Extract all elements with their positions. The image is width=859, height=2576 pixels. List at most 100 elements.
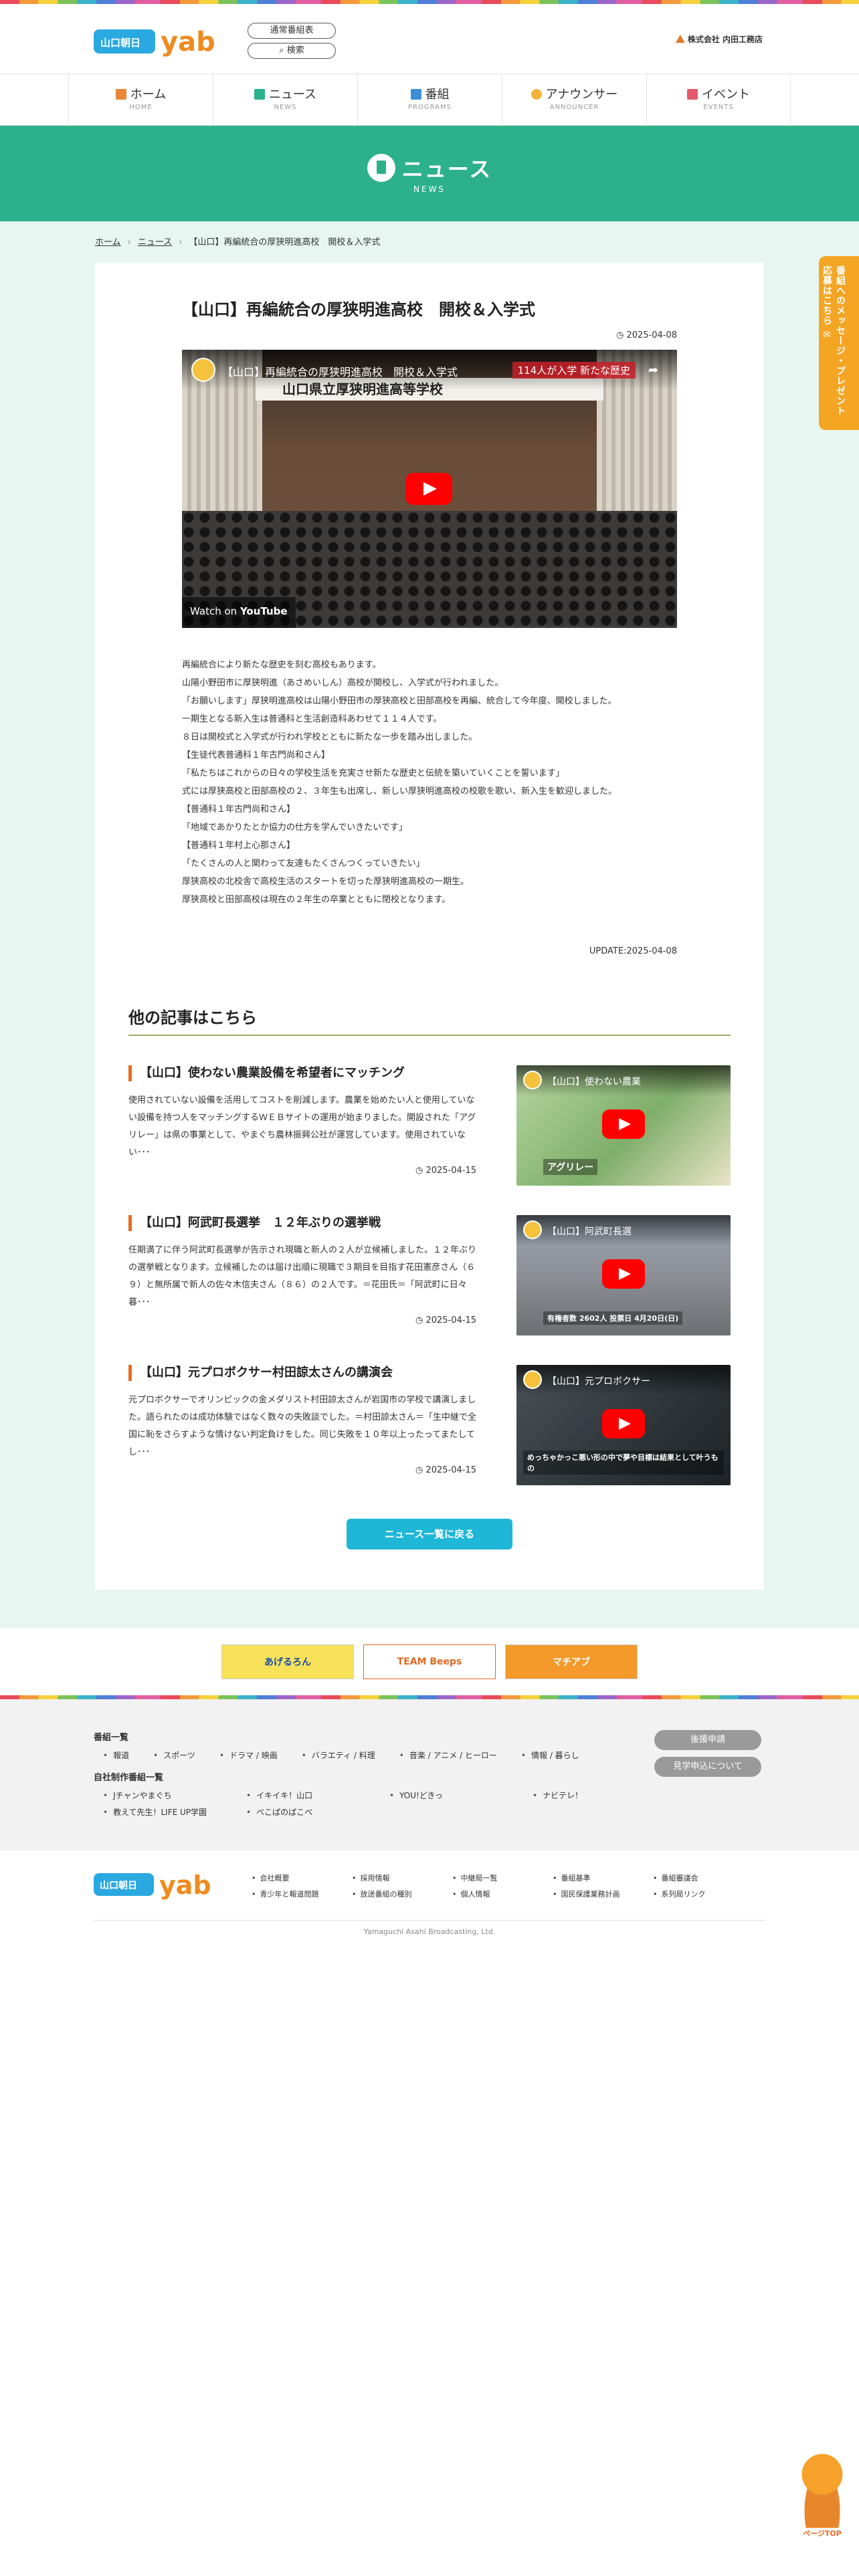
own-program-link[interactable]: Jチャンやまぐち	[103, 1790, 230, 1801]
own-program-link[interactable]: YOU!どきっ	[389, 1790, 516, 1801]
footer-program-links: 番組一覧 報道 スポーツ ドラマ / 映画 バラエティ / 料理 音楽 / アニ…	[0, 1699, 859, 1850]
footer-link[interactable]: 中継局一覧	[452, 1870, 553, 1887]
footer-column: 番組基準国民保護業務計画	[553, 1870, 653, 1903]
footer-link[interactable]: 放送番組の種別	[352, 1887, 452, 1903]
related-article[interactable]: 【山口】元プロボクサー村田諒太さんの講演会 元プロボクサーでオリンピックの金メダ…	[128, 1365, 731, 1485]
banner-machiabu[interactable]: マチアブ	[505, 1644, 638, 1679]
article: 【山口】再編統合の厚狭明進高校 開校＆入学式 ◷ 2025-04-08 山口県立…	[182, 296, 677, 956]
footer-link[interactable]: 国民保護業務計画	[553, 1887, 653, 1903]
nav-events-label: イベント	[702, 88, 750, 102]
play-button-icon[interactable]	[405, 473, 452, 505]
video-tag: 114人が入学 新たな歴史	[512, 362, 636, 379]
nav-home-en: HOME	[129, 104, 153, 111]
related-article-text: 【山口】使わない農業設備を希望者にマッチング 使用されていない設備を活用してコス…	[128, 1065, 476, 1186]
channel-avatar-icon	[523, 1071, 542, 1089]
program-link-music[interactable]: 音楽 / アニメ / ヒーロー	[399, 1749, 497, 1761]
page-subtitle: NEWS	[413, 185, 446, 194]
video-title[interactable]: 【山口】再編統合の厚狭明進高校 開校＆入学式	[222, 363, 458, 379]
search-icon: ⌕	[279, 45, 287, 56]
clock-icon: ◷	[415, 1166, 426, 1176]
related-article[interactable]: 【山口】阿武町長選挙 １２年ぶりの選挙戦 任期満了に伴う阿武町長選挙が告示され現…	[128, 1215, 731, 1335]
own-program-link[interactable]: 教えて先生！LIFE UP学園	[103, 1806, 230, 1818]
play-button-icon[interactable]	[602, 1409, 645, 1438]
site-logo[interactable]: 山口朝日 yab	[94, 24, 231, 59]
search-label: 検索	[286, 45, 304, 56]
related-video-thumbnail[interactable]: 【山口】阿武町長選 有権者数 2602人 投票日 4月20日(日)	[516, 1215, 731, 1335]
play-button-icon[interactable]	[602, 1109, 645, 1139]
update-date: UPDATE:2025-04-08	[589, 946, 677, 956]
nav-events[interactable]: イベント EVENTS	[646, 74, 791, 125]
program-link-variety[interactable]: バラエティ / 料理	[302, 1749, 375, 1761]
news-document-icon	[367, 154, 395, 182]
article-paragraph: 【普通科１年古門尚和さん】	[182, 804, 296, 815]
footer-link[interactable]: 番組基準	[553, 1870, 653, 1887]
tour-request-button[interactable]: 見学申込について	[654, 1757, 761, 1777]
channel-avatar-icon[interactable]	[191, 358, 215, 382]
thumbnail-title: 【山口】使わない農業	[547, 1077, 641, 1087]
program-link-info[interactable]: 情報 / 暮らし	[521, 1749, 579, 1761]
nav-home[interactable]: ホーム HOME	[68, 74, 213, 125]
breadcrumb-separator-icon: ›	[179, 237, 183, 247]
search-link[interactable]: ⌕ 検索	[248, 43, 336, 59]
thumbnail-title: 【山口】元プロボクサー	[547, 1376, 650, 1387]
content-area: ホーム › ニュース › 【山口】再編統合の厚狭明進高校 開校＆入学式 【山口】再編統合…	[0, 221, 859, 1628]
envelope-icon: ✉	[822, 326, 832, 341]
own-program-link[interactable]: ナビテレ！	[533, 1790, 660, 1801]
own-program-link[interactable]: イキイキ！山口	[246, 1790, 373, 1801]
watch-on-label: Watch on	[190, 605, 237, 617]
share-icon[interactable]: ➦	[648, 363, 658, 377]
banner-ageruron[interactable]: あげるろん	[221, 1644, 354, 1679]
program-link-drama[interactable]: ドラマ / 映画	[219, 1749, 278, 1761]
nav-news-label: ニュース	[268, 88, 317, 102]
footer-link[interactable]: 系列局リンク	[653, 1887, 753, 1903]
home-icon	[115, 89, 126, 100]
nav-news[interactable]: ニュース NEWS	[213, 74, 357, 125]
play-button-icon[interactable]	[602, 1259, 645, 1289]
breadcrumb-separator-icon: ›	[127, 237, 131, 247]
article-card: 【山口】再編統合の厚狭明進高校 開校＆入学式 ◷ 2025-04-08 山口県立…	[95, 263, 764, 1590]
page-top-button[interactable]: ページTOP	[792, 2448, 852, 2555]
related-article-title[interactable]: 【山口】阿武町長選挙 １２年ぶりの選挙戦	[128, 1215, 476, 1231]
thumbnail-caption: 有権者数 2602人 投票日 4月20日(日)	[543, 1311, 683, 1325]
article-paragraph: 「たくさんの人と関わって友達もたくさんつくっていきたい」	[182, 859, 425, 869]
footer-link[interactable]: 青少年と報道問題	[252, 1887, 352, 1903]
article-date-value: 2025-04-08	[626, 330, 677, 340]
message-present-tab[interactable]: 番組へのメッセージ・プレゼント応募はこちら ✉	[819, 256, 859, 430]
program-link-news[interactable]: 報道	[103, 1749, 129, 1761]
footer-link[interactable]: 会社概要	[252, 1870, 352, 1887]
related-video-thumbnail[interactable]: 【山口】使わない農業 アグリレー	[516, 1065, 731, 1186]
breadcrumb-home[interactable]: ホーム	[95, 237, 121, 247]
related-video-thumbnail[interactable]: 【山口】元プロボクサー めっちゃかっこ悪い形の中で夢や目標は結果として叶うもの	[516, 1365, 731, 1485]
channel-avatar-icon	[523, 1370, 542, 1389]
article-date: ◷ 2025-04-08	[182, 330, 677, 340]
related-article-date-value: 2025-04-15	[425, 1166, 476, 1176]
nav-programs[interactable]: 番組 PROGRAMS	[357, 74, 502, 125]
mascot-icon	[795, 2448, 849, 2528]
watch-on-youtube[interactable]: Watch on YouTube	[182, 597, 296, 628]
sponsor-logo[interactable]: 株式会社 内田工務店	[675, 33, 763, 45]
related-article[interactable]: 【山口】使わない農業設備を希望者にマッチング 使用されていない設備を活用してコス…	[128, 1065, 731, 1186]
related-article-title[interactable]: 【山口】使わない農業設備を希望者にマッチング	[128, 1065, 476, 1081]
related-article-date: ◷ 2025-04-15	[128, 1166, 476, 1176]
footer-logo[interactable]: 山口朝日 yab	[94, 1869, 227, 1901]
footer-link[interactable]: 個人情報	[452, 1887, 553, 1903]
nav-announcer[interactable]: アナウンサー ANNOUNCER	[502, 74, 646, 125]
back-to-news-list-button[interactable]: ニュース一覧に戻る	[347, 1519, 512, 1549]
article-paragraph: ８日は開校式と入学式が行われ学校とともに新たな一歩を踏み出しました。	[182, 732, 478, 742]
related-article-title[interactable]: 【山口】元プロボクサー村田諒太さんの講演会	[128, 1365, 476, 1381]
article-paragraph: 山陽小野田市に厚狭明進（あさめいしん）高校が開校し、入学式が行われました。	[182, 678, 504, 688]
breadcrumb-news[interactable]: ニュース	[138, 237, 172, 247]
youtube-video-player[interactable]: 山口県立厚狭明進高等学校 【山口】再編統合の厚狭明進高校 開校＆入学式 114人…	[182, 350, 677, 628]
program-link-sports[interactable]: スポーツ	[153, 1749, 195, 1761]
article-paragraph: 【普通科１年村上心那さん】	[182, 841, 296, 851]
page-hero: ニュース NEWS	[0, 126, 859, 221]
sponsorship-request-button[interactable]: 後援申請	[654, 1730, 761, 1750]
program-guide-link[interactable]: 通常番組表	[248, 23, 336, 39]
footer-link[interactable]: 番組審議会	[653, 1870, 753, 1887]
related-article-excerpt: 任期満了に伴う阿武町長選挙が告示され現職と新人の２人が立候補しました。１２年ぶり…	[128, 1245, 477, 1307]
youtube-logo: YouTube	[240, 605, 288, 617]
article-paragraph: 「地域であかりたとか協力の仕方を学んでいきたいです」	[182, 823, 407, 833]
footer-link[interactable]: 採用情報	[352, 1870, 452, 1887]
banner-team-beeps[interactable]: TEAM Beeps	[363, 1644, 496, 1679]
own-program-link[interactable]: べこぱのぱこべ	[246, 1806, 373, 1818]
